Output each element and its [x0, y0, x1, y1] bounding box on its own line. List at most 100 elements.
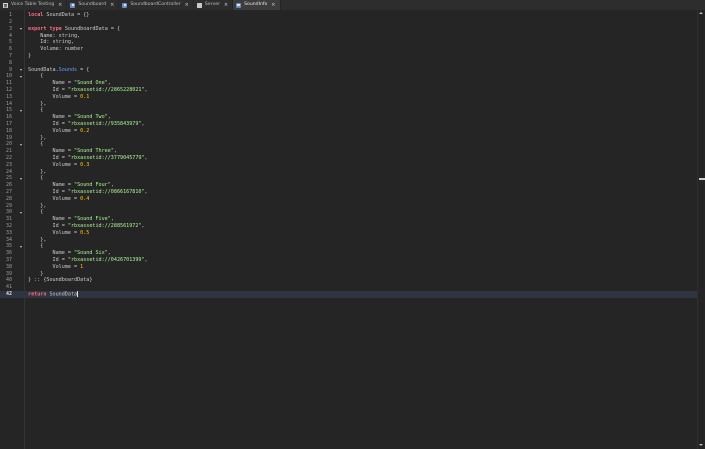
token-id: } :: {SoundboardData} — [28, 277, 93, 284]
code-text: { — [28, 175, 43, 182]
line-number: 36 — [5, 250, 12, 257]
code-line[interactable]: 31 Name = "Sound Five", — [0, 216, 697, 223]
code-editor[interactable]: 1 local SoundData = {} 2 3 export type Sound… — [0, 10, 705, 449]
line-number: 38 — [5, 263, 12, 270]
code-line[interactable]: 12 Id = "rbxassetid://2865228021", — [0, 87, 697, 94]
token-id: }, — [28, 236, 47, 243]
code-line[interactable]: 33 Volume = 0.5 — [0, 230, 697, 237]
tab-soundinfo[interactable]: SoundInfo × — [233, 0, 281, 10]
close-icon[interactable]: × — [110, 0, 114, 10]
token-num: 0.3 — [80, 161, 90, 168]
fold-arrow-icon[interactable] — [20, 27, 22, 30]
close-icon[interactable]: × — [271, 0, 275, 10]
line-number: 33 — [5, 229, 12, 236]
code-line[interactable]: 39 } — [0, 271, 697, 278]
code-text: SoundData.Sounds = { — [28, 67, 89, 74]
code-line[interactable]: 14 }, — [0, 101, 697, 108]
tab-soundboard[interactable]: Soundboard × — [67, 0, 120, 10]
line-number: 34 — [5, 236, 12, 243]
code-line[interactable]: 18 Volume = 0.2 — [0, 128, 697, 135]
token-id: { — [28, 141, 44, 148]
vertical-scrollbar[interactable] — [697, 10, 705, 449]
code-line[interactable]: 8 — [0, 60, 697, 67]
code-line[interactable]: 3 export type SoundboardData = { — [0, 26, 697, 33]
code-line[interactable]: 42 return SoundData — [0, 291, 697, 298]
code-line[interactable]: 6 Volume: number — [0, 46, 697, 53]
code-line[interactable]: 20 { — [0, 141, 697, 148]
code-line[interactable]: 29 }, — [0, 203, 697, 210]
code-line[interactable]: 36 Name = "Sound Six", — [0, 250, 697, 257]
code-line[interactable]: 25 { — [0, 175, 697, 182]
text-cursor — [77, 291, 78, 297]
server-script-icon — [196, 2, 202, 8]
line-number: 19 — [5, 134, 12, 141]
token-id: , — [141, 223, 145, 229]
code-line[interactable]: 34 }, — [0, 237, 697, 244]
code-line[interactable]: 26 Name = "Sound Four", — [0, 182, 697, 189]
fold-arrow-icon[interactable] — [20, 109, 22, 112]
code-line[interactable]: 10 { — [0, 73, 697, 80]
token-type: number — [64, 46, 84, 53]
tab-server[interactable]: Server × — [193, 0, 234, 10]
code-line[interactable]: 2 — [0, 19, 697, 26]
code-line[interactable]: 15 { — [0, 107, 697, 114]
script-icon — [3, 2, 8, 8]
token-id: Name = — [28, 80, 75, 87]
line-number: 37 — [5, 257, 12, 263]
close-icon[interactable]: × — [58, 0, 62, 10]
code-line[interactable]: 38 Volume = 1 — [0, 264, 697, 271]
module-script-icon — [122, 2, 128, 8]
code-text: }, — [28, 203, 46, 210]
code-line[interactable]: 21 Name = "Sound Three", — [0, 148, 697, 155]
code-line[interactable]: 37 Id = "rbxassetid://0426701399", — [0, 257, 697, 264]
scroll-down-icon[interactable] — [699, 444, 703, 446]
fold-arrow-icon[interactable] — [20, 177, 22, 180]
code-line[interactable]: 11 Name = "Sound One", — [0, 80, 697, 87]
code-line[interactable]: 40} :: {SoundboardData} — [0, 277, 697, 284]
token-id: , — [141, 121, 145, 127]
fold-arrow-icon[interactable] — [20, 143, 22, 146]
close-icon[interactable]: × — [185, 0, 189, 10]
token-kw: export — [28, 25, 47, 32]
token-id: SoundboardData = { — [61, 25, 121, 32]
scroll-up-icon[interactable] — [699, 12, 703, 14]
token-id: { — [28, 73, 44, 80]
line-number: 41 — [5, 284, 12, 291]
code-line[interactable]: 7} — [0, 53, 697, 60]
code-line[interactable]: 27 Id = "rbxassetid://0866167810", — [0, 189, 697, 196]
token-type: string — [52, 39, 71, 46]
close-icon[interactable]: × — [224, 0, 228, 10]
token-id: { — [28, 175, 44, 182]
code-text: Name = "Sound Three", — [28, 148, 117, 155]
code-line[interactable]: 32 Id = "rbxassetid://288561972", — [0, 223, 697, 230]
code-line[interactable]: 24 }, — [0, 169, 697, 176]
code-line[interactable]: 16 Name = "Sound Two", — [0, 114, 697, 121]
code-line[interactable]: 35 { — [0, 243, 697, 250]
token-id: }, — [28, 168, 47, 175]
tab-label: Soundboard — [78, 2, 107, 7]
fold-arrow-icon[interactable] — [20, 68, 22, 71]
fold-arrow-icon[interactable] — [20, 211, 22, 214]
code-line[interactable]: 13 Volume = 0.1 — [0, 94, 697, 101]
tab-voice-table-testing[interactable]: Voice Table Testing × — [0, 0, 68, 10]
fold-arrow-icon[interactable] — [20, 75, 22, 78]
fold-arrow-icon[interactable] — [20, 245, 22, 248]
line-number: 29 — [5, 202, 12, 209]
code-line[interactable]: 5 Id: string, — [0, 39, 697, 46]
code-line[interactable]: 19 }, — [0, 135, 697, 142]
token-id: , — [70, 39, 75, 46]
code-line[interactable]: 17 Id = "rbxassetid://935843979", — [0, 121, 697, 128]
code-line[interactable]: 22 Id = "rbxassetid://3779045779", — [0, 155, 697, 162]
code-line[interactable]: 30 { — [0, 209, 697, 216]
token-prop: Sounds — [58, 66, 78, 73]
token-id: SoundData — [46, 291, 78, 298]
code-line[interactable]: 41 — [0, 284, 697, 291]
code-line[interactable]: 28 Volume = 0.4 — [0, 196, 697, 203]
code-line[interactable]: 4 Name: string, — [0, 33, 697, 40]
code-text: Name: string, — [28, 33, 80, 40]
code-line[interactable]: 9 SoundData.Sounds = { — [0, 67, 697, 74]
code-line[interactable]: 23 Volume = 0.3 — [0, 162, 697, 169]
tab-soundboardcontroller[interactable]: SoundboardController × — [119, 0, 194, 10]
code-line[interactable]: 1 local SoundData = {} — [0, 12, 697, 19]
code-text: { — [28, 141, 43, 148]
